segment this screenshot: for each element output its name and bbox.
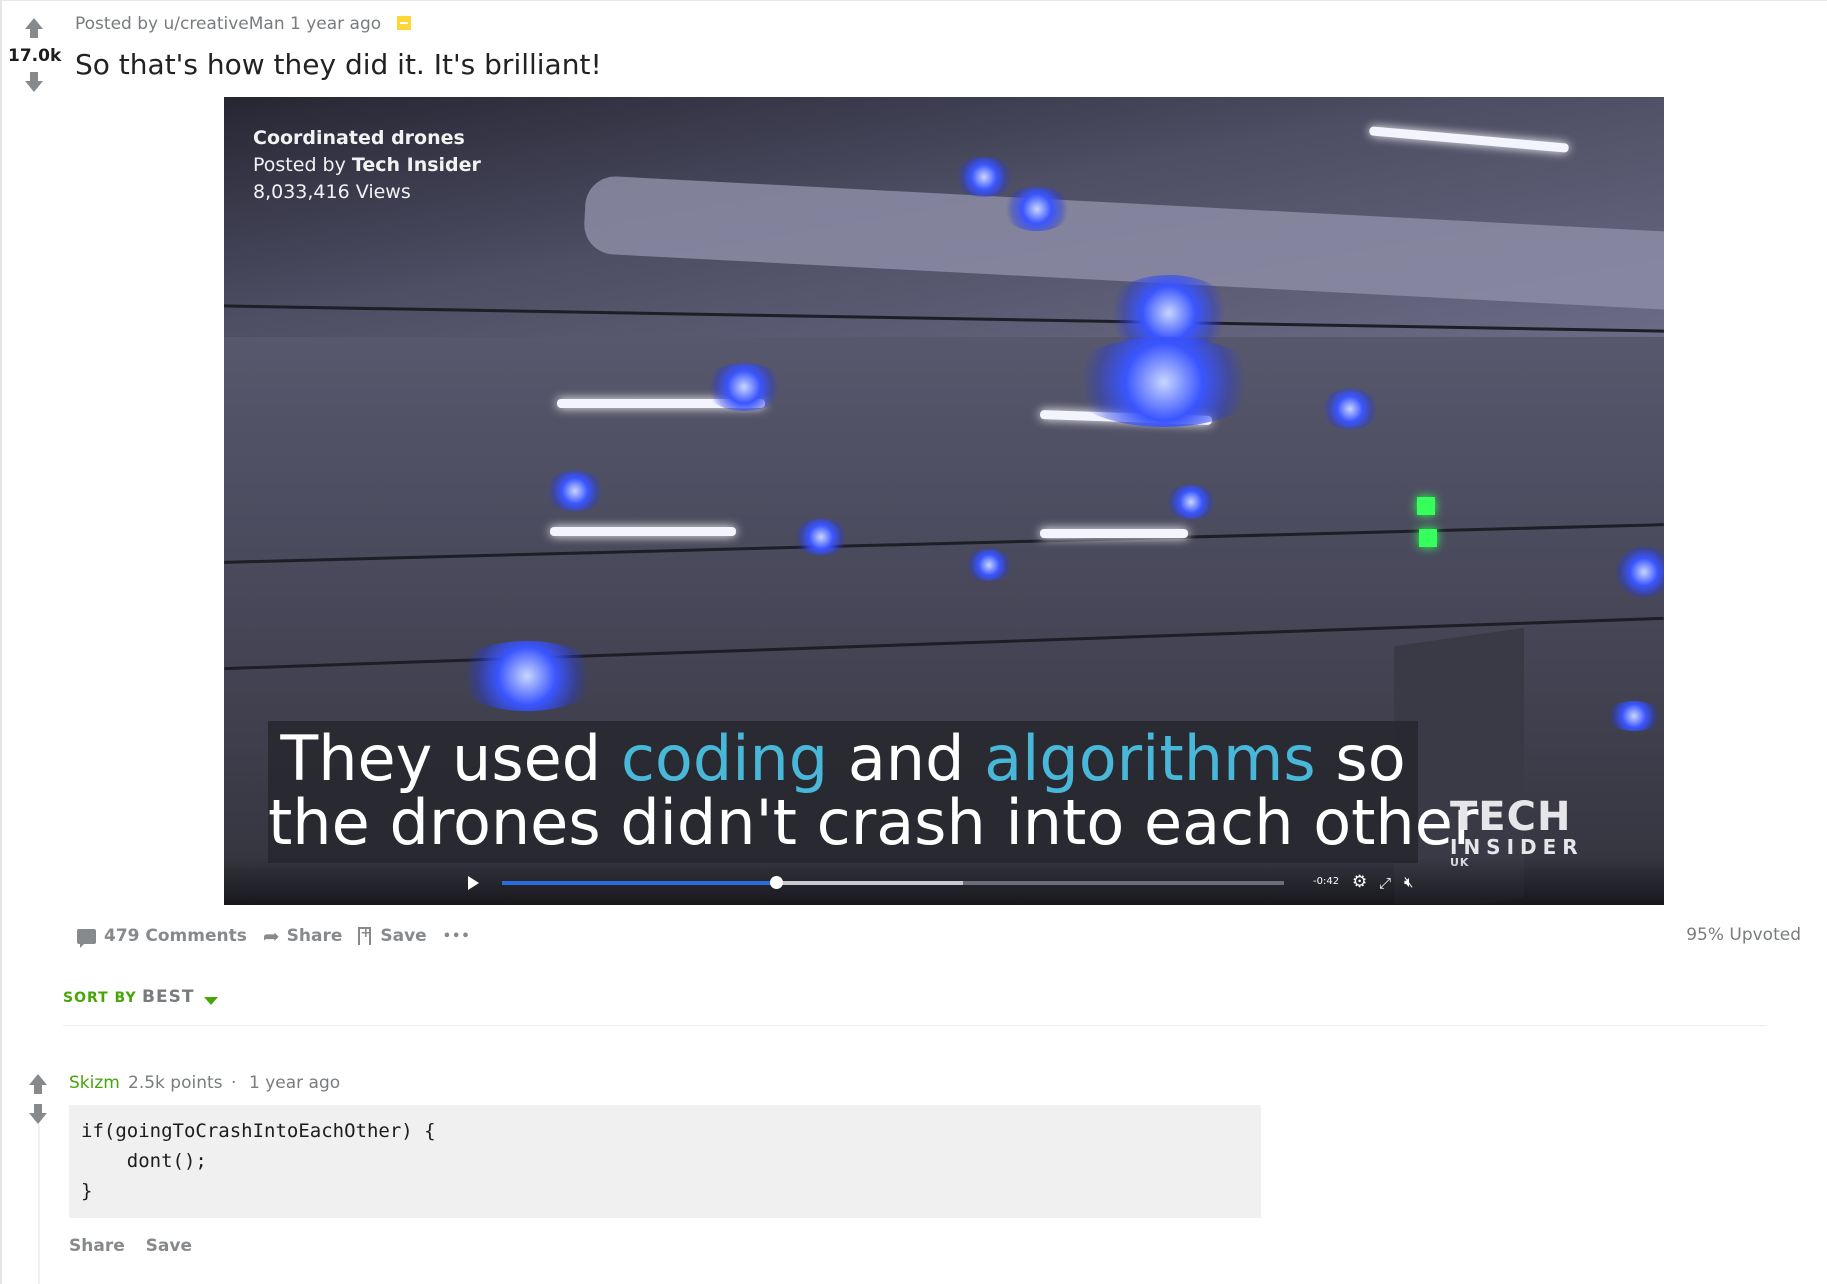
post-age: 1 year ago — [290, 14, 382, 34]
post-action-bar: 479 Comments ➦ Share Save ••• — [77, 924, 487, 948]
video-drone — [1064, 337, 1264, 427]
comment-share-button[interactable]: Share — [69, 1236, 125, 1256]
post-author-link[interactable]: u/creativeMan — [163, 14, 284, 34]
video-caption: They used coding and algorithms so the d… — [268, 721, 1479, 863]
comment-code-block: if(goingToCrashIntoEachOther) { dont(); … — [69, 1105, 1261, 1218]
comment-icon — [77, 928, 96, 948]
comment-separator: · — [231, 1073, 237, 1093]
video-drone — [954, 157, 1014, 197]
save-label: Save — [380, 926, 427, 946]
caption-highlight-word: coding — [620, 722, 829, 795]
downvote-icon[interactable] — [23, 72, 45, 94]
comment-age: 1 year ago — [249, 1073, 341, 1093]
video-scene-light — [1040, 529, 1188, 538]
video-overlay-views: 8,033,416 Views — [253, 181, 411, 203]
mute-icon[interactable]: 🔇︎ — [1404, 873, 1413, 891]
comments-count: 479 Comments — [104, 926, 247, 946]
video-scene-cable — [224, 523, 1664, 564]
brand-line-1: TECH — [1450, 794, 1572, 840]
post-title: So that's how they did it. It's brillian… — [75, 48, 602, 81]
sort-caret-icon[interactable] — [204, 997, 218, 1005]
post-meta: Posted by u/creativeMan 1 year ago — [75, 14, 411, 34]
brand-line-2: INSIDER — [1450, 835, 1584, 859]
comment-code-text: if(goingToCrashIntoEachOther) { dont(); … — [81, 1120, 436, 1202]
share-label: Share — [286, 926, 343, 946]
divider — [63, 1025, 1766, 1026]
video-posted-by-label: Posted by — [253, 154, 346, 176]
sort-by-label: SORT BY — [63, 990, 137, 1006]
more-options-button[interactable]: ••• — [443, 929, 471, 944]
video-seek-bar[interactable] — [502, 876, 1284, 889]
settings-gear-icon[interactable]: ⚙ — [1352, 872, 1367, 892]
caption-text-segment: and — [828, 722, 985, 795]
comment-upvote-icon[interactable] — [27, 1074, 49, 1096]
comments-button[interactable]: 479 Comments — [77, 926, 247, 948]
video-drone — [1604, 701, 1664, 731]
comment-thread-line[interactable] — [38, 1124, 40, 1284]
video-overlay-title: Coordinated drones — [253, 127, 465, 149]
video-drone — [544, 471, 606, 511]
video-scene-green-light — [1417, 497, 1435, 515]
top-border — [0, 0, 1827, 1]
caption-text-segment: so — [1315, 722, 1406, 795]
save-icon — [358, 926, 372, 945]
share-button[interactable]: ➦ Share — [263, 924, 343, 948]
caption-highlight-word: algorithms — [984, 722, 1316, 795]
video-drone — [1614, 547, 1664, 597]
upvote-ratio: 95% Upvoted — [1686, 925, 1801, 945]
comment-save-button[interactable]: Save — [146, 1236, 192, 1256]
video-scene-light — [550, 527, 736, 536]
video-overlay-meta: Coordinated drones Posted by Tech Inside… — [253, 125, 481, 206]
more-icon: ••• — [442, 928, 471, 944]
video-overlay-posted-by: Posted by Tech Insider — [253, 152, 481, 179]
play-icon[interactable] — [468, 876, 479, 890]
upvote-icon[interactable] — [23, 18, 45, 40]
video-drone — [452, 641, 602, 711]
post-score: 17.0k — [8, 46, 62, 66]
comment-action-bar: Share Save — [69, 1236, 207, 1256]
save-button[interactable]: Save — [358, 926, 427, 946]
video-caption-line-2: the drones didn't crash into each other — [268, 786, 1479, 859]
video-scrub-handle[interactable] — [769, 876, 783, 889]
comment-vote-column — [27, 1074, 49, 1126]
video-controls: -0:42 ⚙ ⤢ 🔇︎ — [224, 857, 1664, 905]
post-vote-column: 17.0k — [8, 18, 62, 94]
video-drone — [704, 363, 784, 411]
fullscreen-icon[interactable]: ⤢ — [1379, 874, 1391, 892]
video-caption-line-1: They used coding and algorithms so — [268, 727, 1418, 791]
caption-text-segment: They used — [280, 722, 621, 795]
video-drone — [1002, 187, 1072, 231]
video-scene-green-light — [1419, 529, 1437, 547]
archive-icon — [396, 16, 411, 30]
video-progress-bar — [502, 881, 776, 885]
share-icon: ➦ — [262, 924, 280, 948]
video-drone — [964, 549, 1014, 581]
comment-author-link[interactable]: Skizm — [69, 1073, 120, 1093]
sort-dropdown[interactable]: BEST — [142, 987, 194, 1007]
comment-downvote-icon[interactable] — [27, 1104, 49, 1126]
video-drone — [1164, 485, 1218, 519]
posted-by-label: Posted by — [75, 14, 159, 34]
left-rail — [0, 0, 2, 1284]
comment-points: 2.5k points — [128, 1073, 223, 1093]
video-posted-by-name: Tech Insider — [351, 154, 481, 176]
video-drone — [1320, 389, 1380, 429]
video-drone — [792, 519, 850, 555]
video-time-remaining: -0:42 — [1313, 876, 1340, 887]
video-player[interactable]: Coordinated drones Posted by Tech Inside… — [224, 97, 1664, 905]
